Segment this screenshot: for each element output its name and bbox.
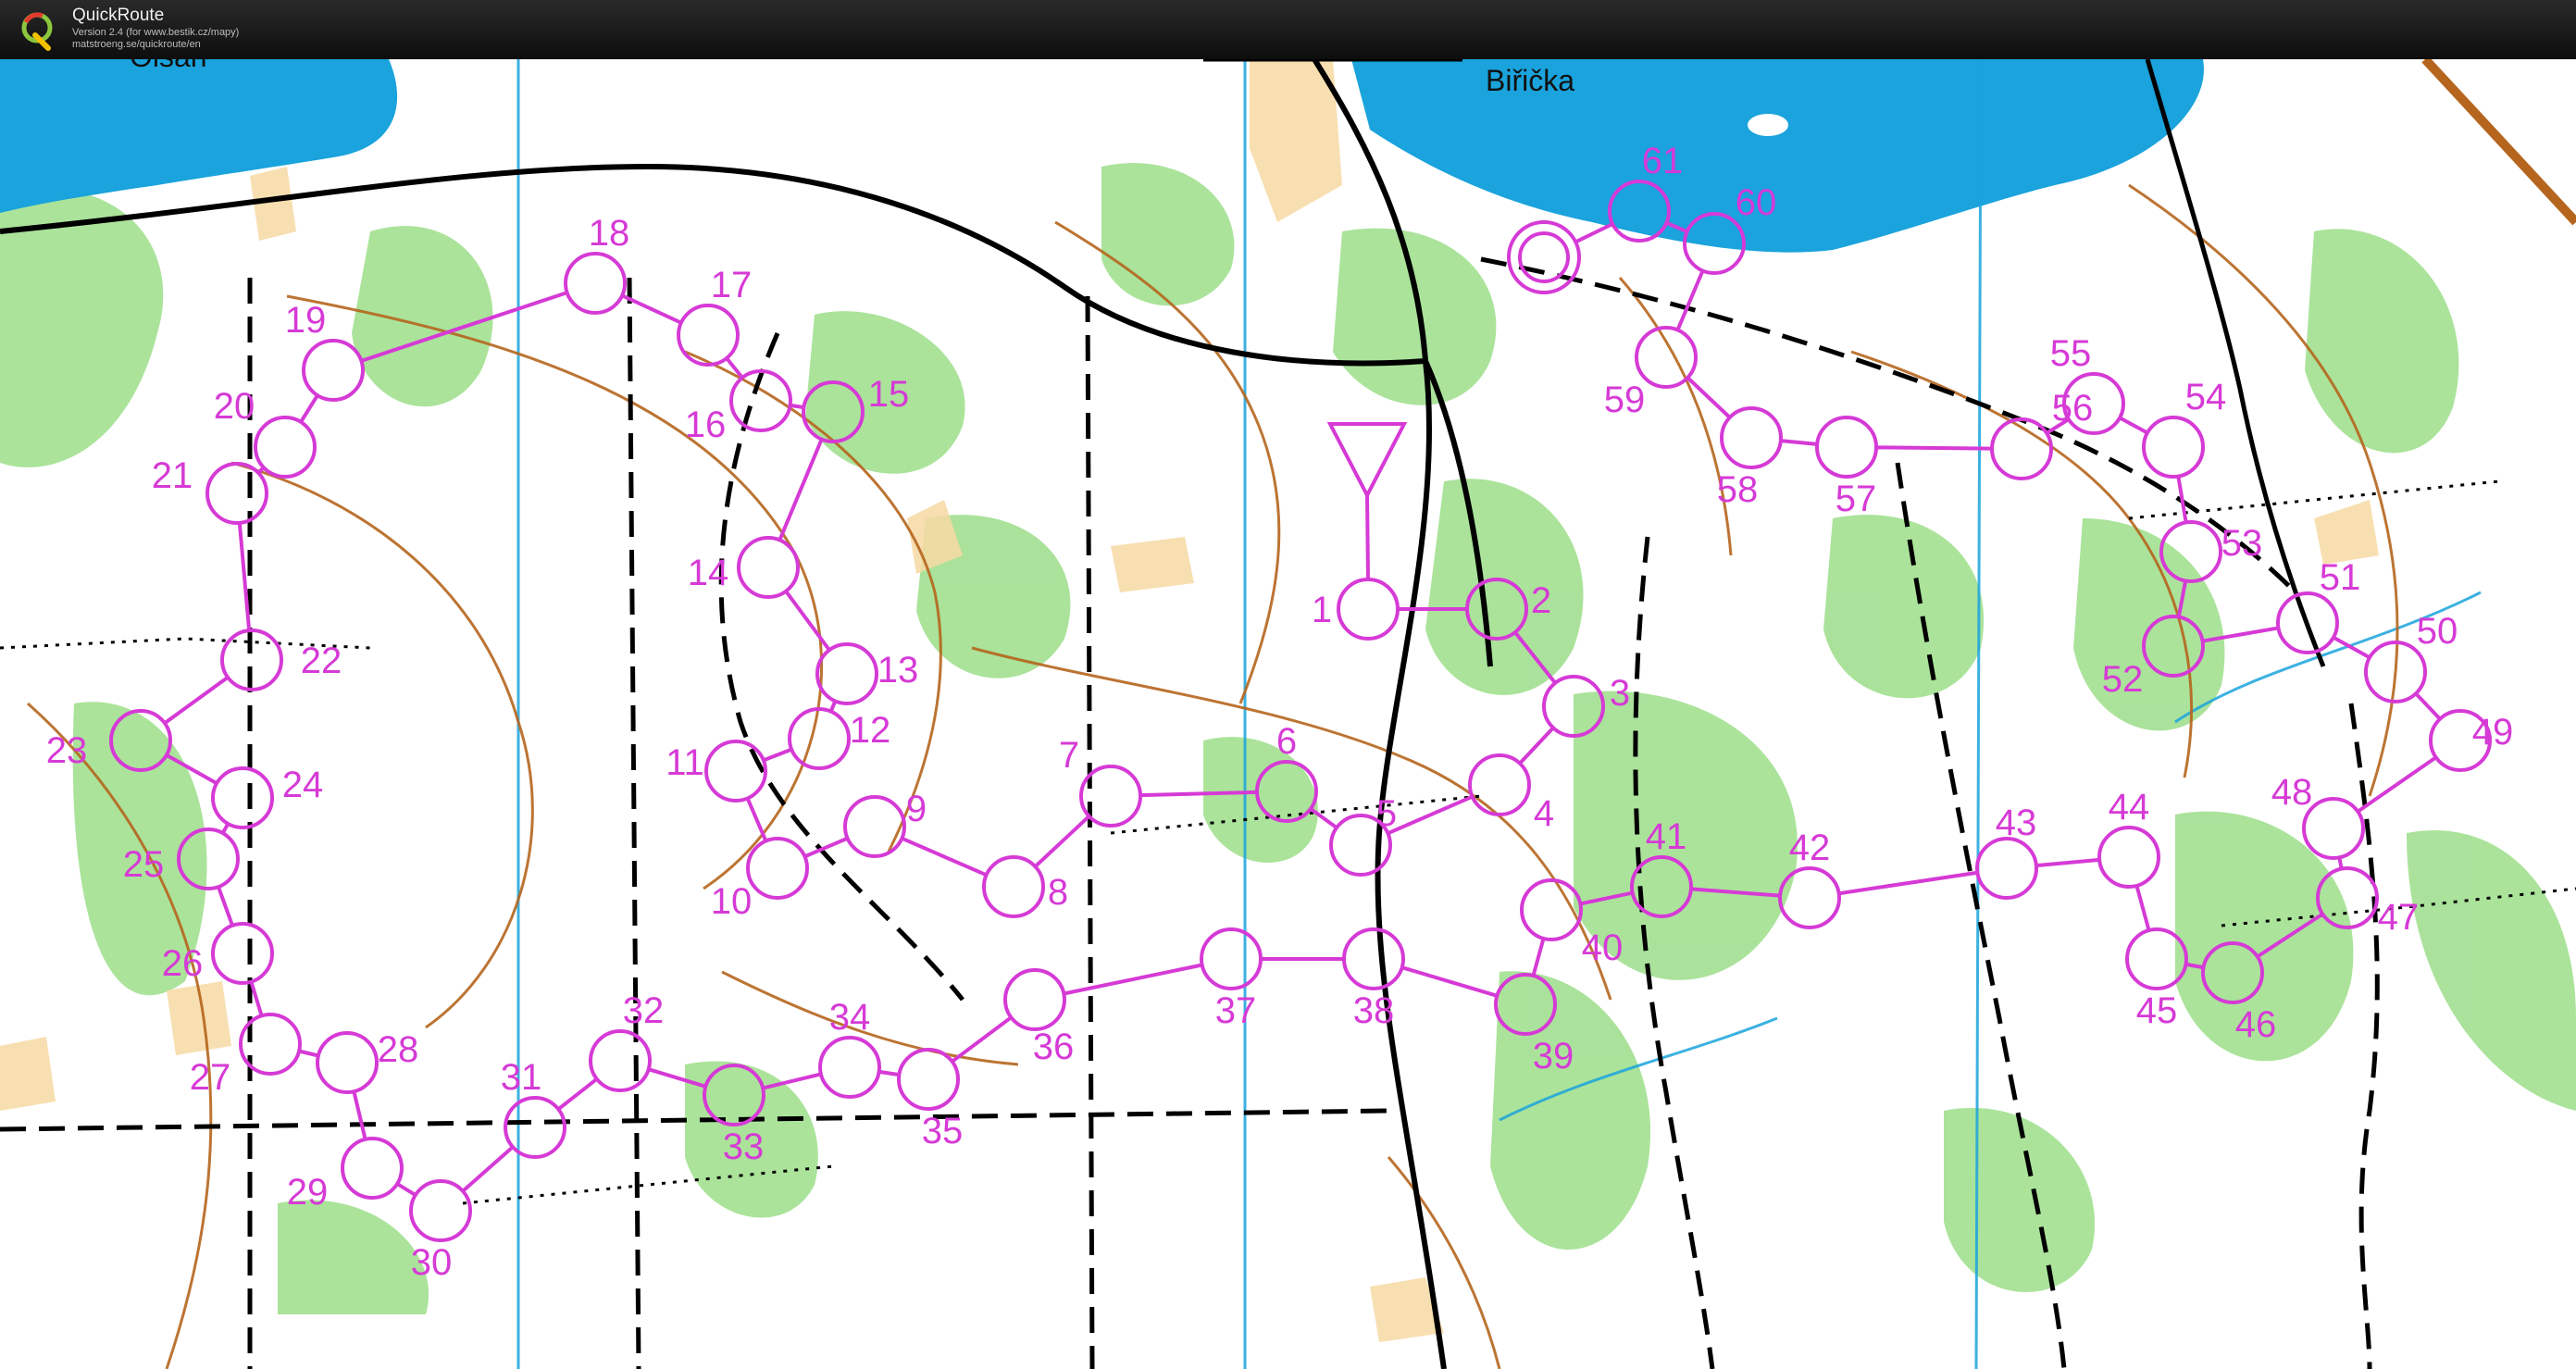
control-label-55: 55 [2050,333,2092,374]
control-label-39: 39 [1533,1036,1574,1077]
control-label-31: 31 [501,1057,542,1098]
control-label-26: 26 [162,943,204,984]
control-label-21: 21 [152,455,193,496]
control-label-3: 3 [1610,673,1630,714]
control-label-45: 45 [2136,990,2178,1031]
control-label-54: 54 [2185,377,2227,417]
app-version: Version 2.4 (for www.bestik.cz/mapy) [72,27,240,38]
control-label-24: 24 [282,765,324,805]
orienteering-map[interactable]: 1 234567891011121314151617181920212223242… [0,59,2576,1369]
app-url: matstroeng.se/quickroute/en [72,39,201,50]
title-bar: QuickRoute Version 2.4 (for www.bestik.c… [0,0,2576,59]
control-label-42: 42 [1789,828,1831,868]
control-label-25: 25 [123,844,165,885]
control-label-53: 53 [2221,523,2263,564]
control-label-36: 36 [1033,1027,1075,1067]
control-label-15: 15 [868,374,910,415]
control-label-48: 48 [2271,772,2313,813]
control-label-28: 28 [378,1029,419,1070]
control-label-13: 13 [877,650,919,691]
control-label-41: 41 [1646,816,1687,857]
control-label-8: 8 [1048,872,1068,913]
course-leg [790,403,804,410]
control-label-38: 38 [1353,990,1395,1031]
app-title: QuickRoute [72,6,165,25]
control-label-4: 4 [1534,793,1554,834]
control-label-50: 50 [2417,611,2458,652]
control-label-29: 29 [287,1172,329,1213]
control-label-12: 12 [850,710,891,751]
control-label-7: 7 [1059,735,1079,776]
control-label-40: 40 [1582,927,1624,968]
control-label-27: 27 [190,1057,231,1098]
control-label-22: 22 [301,641,342,681]
control-label-35: 35 [922,1111,964,1151]
course-leg [1365,494,1370,580]
control-label-37: 37 [1215,990,1257,1031]
place-name-olsan: Olšan [130,59,207,73]
control-label-56: 56 [2052,388,2094,429]
control-label-19: 19 [285,300,327,341]
control-label-2: 2 [1531,580,1551,621]
control-label-61: 61 [1642,141,1684,181]
control-label-17: 17 [711,265,753,305]
control-label-20: 20 [214,386,255,427]
control-label-47: 47 [2378,897,2420,938]
control-label-32: 32 [623,990,665,1031]
control-label-16: 16 [685,404,727,445]
control-label-11: 11 [666,742,704,783]
control-label-6: 6 [1276,721,1297,762]
control-label-46: 46 [2235,1004,2277,1045]
control-label-18: 18 [589,213,630,254]
place-name-biricka: Biřička [1486,64,1574,97]
control-label-43: 43 [1996,803,2037,843]
control-label-30: 30 [411,1242,453,1283]
control-label-57: 57 [1836,479,1877,519]
quickroute-logo-icon [21,12,53,51]
control-label-44: 44 [2109,787,2150,828]
control-label-33: 33 [723,1126,765,1167]
control-label-49: 49 [2472,712,2514,753]
control-label-51: 51 [2320,557,2361,598]
control-label-14: 14 [688,553,729,593]
control-label-10: 10 [711,881,753,922]
control-label-23: 23 [46,730,88,771]
control-label-34: 34 [829,997,871,1038]
control-label-60: 60 [1736,182,1777,223]
control-label-9: 9 [906,789,927,829]
control-label-5: 5 [1376,793,1397,834]
course-leg [1875,445,1993,451]
control-label-1: 1 [1312,590,1332,630]
control-label-52: 52 [2102,659,2144,700]
control-label-58: 58 [1717,469,1759,510]
control-label-59: 59 [1604,380,1646,420]
